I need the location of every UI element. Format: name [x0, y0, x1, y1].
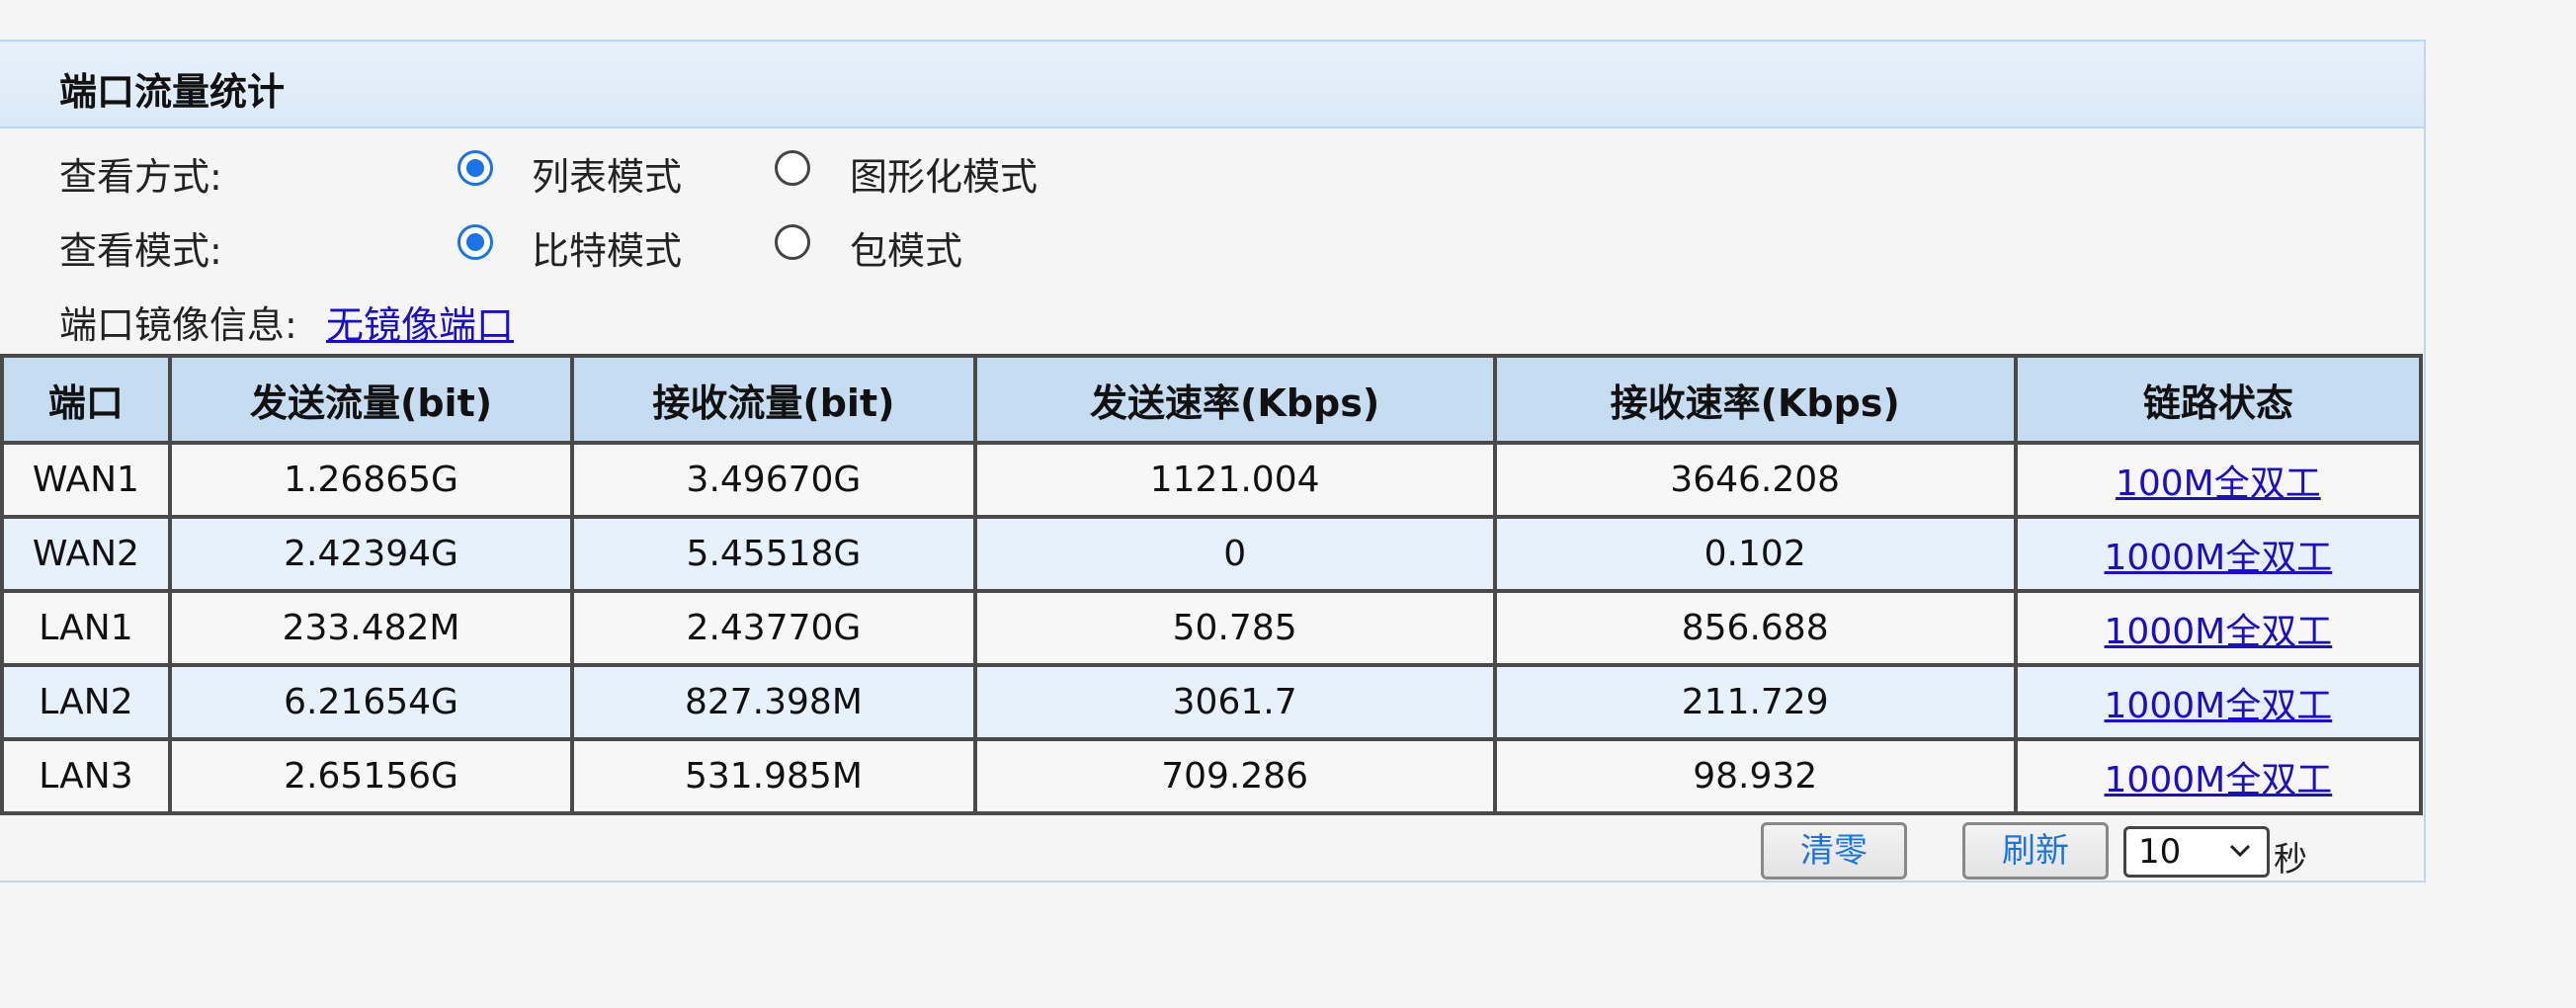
cell-link-status: 1000M全双工: [2013, 589, 2424, 667]
cell-rx-rate: 0.102: [1492, 515, 2018, 593]
col-header-rx-rate: 接收速率(Kbps): [1492, 354, 2018, 445]
cell-tx-traffic: 2.42394G: [167, 515, 575, 593]
cell-port: LAN1: [0, 589, 172, 667]
radio-list-mode[interactable]: [457, 150, 493, 186]
link-status-link[interactable]: 1000M全双工: [2105, 538, 2333, 578]
cell-rx-rate: 856.688: [1492, 589, 2018, 667]
table-row: LAN3 2.65156G 531.985M 709.286 98.932 10…: [0, 737, 2424, 815]
cell-tx-traffic: 2.65156G: [167, 737, 575, 815]
radio-graph-mode-label[interactable]: 图形化模式: [850, 146, 1038, 201]
view-style-label: 查看方式:: [59, 155, 222, 199]
cell-tx-rate: 50.785: [972, 589, 1497, 667]
radio-packet-mode[interactable]: [775, 224, 810, 260]
cell-tx-rate: 1121.004: [972, 441, 1497, 519]
col-header-rx-traffic: 接收流量(bit): [570, 354, 977, 445]
panel-header: 端口流量统计: [0, 42, 2424, 128]
cell-link-status: 1000M全双工: [2013, 663, 2424, 741]
radio-bit-mode[interactable]: [457, 224, 493, 260]
cell-tx-traffic: 6.21654G: [167, 663, 575, 741]
table-row: WAN2 2.42394G 5.45518G 0 0.102 1000M全双工: [0, 515, 2424, 593]
refresh-button[interactable]: 刷新: [1962, 822, 2109, 880]
cell-port: WAN2: [0, 515, 172, 593]
mirror-info-label: 端口镜像信息:: [59, 303, 297, 347]
radio-graph-mode[interactable]: [775, 150, 810, 186]
cell-port: LAN3: [0, 737, 172, 815]
radio-bit-mode-label[interactable]: 比特模式: [532, 220, 682, 275]
cell-tx-rate: 0: [972, 515, 1497, 593]
col-header-tx-rate: 发送速率(Kbps): [972, 354, 1497, 445]
cell-link-status: 1000M全双工: [2013, 515, 2424, 593]
table-row: LAN2 6.21654G 827.398M 3061.7 211.729 10…: [0, 663, 2424, 741]
cell-rx-rate: 98.932: [1492, 737, 2018, 815]
clear-button[interactable]: 清零: [1761, 822, 1907, 880]
col-header-tx-traffic: 发送流量(bit): [167, 354, 575, 445]
cell-rx-traffic: 531.985M: [570, 737, 977, 815]
col-header-link-status: 链路状态: [2013, 354, 2424, 445]
cell-link-status: 100M全双工: [2013, 441, 2424, 519]
link-status-link[interactable]: 100M全双工: [2116, 463, 2321, 504]
chevron-down-icon: [2229, 844, 2251, 858]
link-status-link[interactable]: 1000M全双工: [2105, 686, 2333, 726]
cell-port: WAN1: [0, 441, 172, 519]
radio-list-mode-label[interactable]: 列表模式: [532, 146, 682, 201]
table-header-row: 端口 发送流量(bit) 接收流量(bit) 发送速率(Kbps) 接收速率(K…: [0, 354, 2424, 445]
cell-rx-traffic: 827.398M: [570, 663, 977, 741]
mirror-port-link[interactable]: 无镜像端口: [326, 294, 514, 349]
table-row: LAN1 233.482M 2.43770G 50.785 856.688 10…: [0, 589, 2424, 667]
view-mode-label: 查看模式:: [59, 229, 222, 273]
cell-link-status: 1000M全双工: [2013, 737, 2424, 815]
cell-rx-traffic: 3.49670G: [570, 441, 977, 519]
port-stats-table: 端口 发送流量(bit) 接收流量(bit) 发送速率(Kbps) 接收速率(K…: [0, 354, 2424, 815]
cell-rx-traffic: 2.43770G: [570, 589, 977, 667]
radio-packet-mode-label[interactable]: 包模式: [850, 220, 962, 275]
link-status-link[interactable]: 1000M全双工: [2105, 612, 2333, 652]
panel-title: 端口流量统计: [59, 70, 286, 114]
cell-rx-traffic: 5.45518G: [570, 515, 977, 593]
cell-rx-rate: 211.729: [1492, 663, 2018, 741]
refresh-interval-select[interactable]: 10: [2123, 826, 2270, 878]
refresh-interval-value: 10: [2138, 832, 2182, 872]
col-header-port: 端口: [0, 354, 172, 445]
link-status-link[interactable]: 1000M全双工: [2105, 760, 2333, 800]
cell-port: LAN2: [0, 663, 172, 741]
cell-tx-traffic: 233.482M: [167, 589, 575, 667]
cell-tx-traffic: 1.26865G: [167, 441, 575, 519]
interval-unit-label: 秒: [2274, 840, 2307, 880]
cell-rx-rate: 3646.208: [1492, 441, 2018, 519]
cell-tx-rate: 3061.7: [972, 663, 1497, 741]
cell-tx-rate: 709.286: [972, 737, 1497, 815]
table-row: WAN1 1.26865G 3.49670G 1121.004 3646.208…: [0, 441, 2424, 519]
